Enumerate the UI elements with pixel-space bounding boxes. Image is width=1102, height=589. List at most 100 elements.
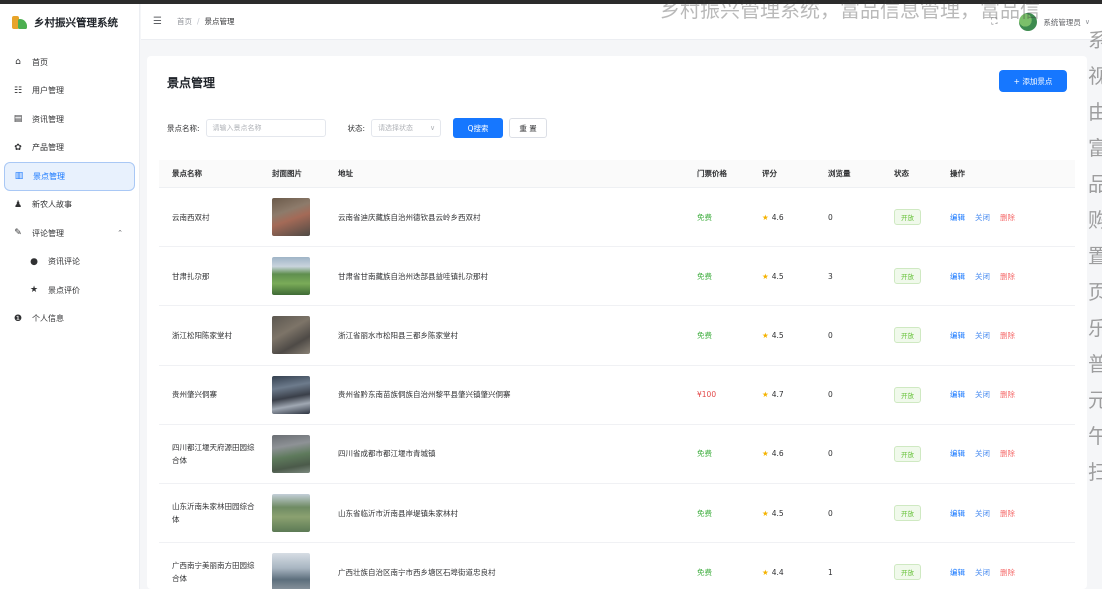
status-cell: 开放: [881, 505, 937, 522]
status-cell: 开放: [881, 386, 937, 403]
product-icon: ✿: [14, 142, 22, 153]
sidebar-item-label: 产品管理: [32, 143, 64, 153]
menu-fold-icon[interactable]: ☰: [153, 16, 167, 27]
sidebar-item-comments[interactable]: ✎ 评论管理 ⌃: [0, 219, 139, 248]
close-button[interactable]: 关闭: [975, 508, 990, 519]
sidebar-item-stories[interactable]: ♟ 新农人故事: [0, 191, 139, 220]
comment-icon: ✎: [14, 228, 22, 239]
sidebar-item-products[interactable]: ✿ 产品管理: [0, 134, 139, 163]
score-value: 4.7: [771, 390, 784, 400]
name-filter-label: 景点名称:: [167, 123, 200, 133]
cover-image[interactable]: [272, 198, 310, 237]
edit-button[interactable]: 编辑: [950, 448, 965, 459]
ticket-price: 免费: [697, 330, 712, 340]
scenic-address: 贵州省黔东南苗族侗族自治州黎平县肇兴镇肇兴侗寨: [338, 390, 511, 400]
sidebar-item-profile[interactable]: ❶ 个人信息: [0, 305, 139, 334]
scenic-address: 广西壮族自治区南宁市西乡塘区石埠街道忠良村: [338, 567, 496, 577]
delete-button[interactable]: 删除: [1000, 330, 1015, 341]
close-button[interactable]: 关闭: [975, 330, 990, 341]
row-actions: 编辑 关闭 删除: [937, 212, 1075, 223]
status-badge: 开放: [894, 268, 921, 285]
score-value: 4.5: [771, 508, 784, 518]
cover-image[interactable]: [272, 494, 310, 533]
sidebar-item-scenic-reviews[interactable]: ★ 景点评价: [0, 276, 139, 305]
sidebar-item-home[interactable]: ⌂ 首页: [0, 48, 139, 77]
cover-image-cell: [259, 257, 325, 296]
page-title: 景点管理: [167, 76, 216, 90]
close-button[interactable]: 关闭: [975, 212, 990, 223]
cover-image-cell: [259, 316, 325, 355]
breadcrumb-home[interactable]: 首页: [177, 16, 192, 27]
sidebar-item-news-comments[interactable]: ● 资讯评论: [0, 248, 139, 277]
search-button[interactable]: Q搜索: [453, 118, 504, 138]
sidebar-menu: ⌂ 首页 ☷ 用户管理 ▤ 资讯管理 ✿ 产品管理 ▥ 景点管理 ♟ 新农人故事…: [0, 40, 139, 333]
cover-image[interactable]: [272, 316, 310, 355]
cover-image[interactable]: [272, 434, 310, 473]
status-badge: 开放: [894, 327, 921, 344]
edit-button[interactable]: 编辑: [950, 330, 965, 341]
cover-image[interactable]: [272, 553, 310, 589]
delete-button[interactable]: 删除: [1000, 212, 1015, 223]
table-header: 景点名称 封面图片 地址 门票价格 评分 浏览量 状态 操作: [159, 160, 1075, 188]
sidebar-item-scenic[interactable]: ▥ 景点管理: [4, 162, 135, 191]
table-body: 云南西双村 云南省迪庆藏族自治州德钦县云岭乡西双村 免费 ★ 4.6 0 开放 编辑 关闭 删除甘…: [159, 188, 1075, 589]
view-count: 0: [828, 390, 833, 400]
info-icon: ❶: [13, 313, 23, 324]
cover-image-cell: [259, 494, 325, 533]
cover-image[interactable]: [272, 257, 310, 296]
column-header: 景点名称: [172, 169, 202, 178]
row-actions: 编辑 关闭 删除: [937, 271, 1075, 282]
news-icon: ▤: [13, 114, 23, 125]
person-icon: ♟: [13, 199, 23, 210]
edit-button[interactable]: 编辑: [950, 508, 965, 519]
delete-button[interactable]: 删除: [1000, 389, 1015, 400]
scenic-name: 浙江松阳陈家堂村: [172, 330, 232, 340]
user-name[interactable]: 系统管理员: [1043, 17, 1081, 28]
sidebar: 乡村振兴管理系统 ⌂ 首页 ☷ 用户管理 ▤ 资讯管理 ✿ 产品管理 ▥ 景点管…: [0, 4, 140, 589]
ticket-price: 免费: [697, 567, 712, 577]
logo-icon: [12, 14, 28, 30]
status-badge: 开放: [894, 209, 921, 226]
scenic-name: 广西南宁美丽南方田园综合体: [172, 561, 255, 584]
status-badge: 开放: [894, 386, 921, 403]
delete-button[interactable]: 删除: [1000, 271, 1015, 282]
close-button[interactable]: 关闭: [975, 567, 990, 578]
score-value: 4.6: [771, 449, 784, 459]
row-actions: 编辑 关闭 删除: [937, 330, 1075, 341]
add-scenic-button[interactable]: + 添加景点: [999, 70, 1067, 92]
delete-button[interactable]: 删除: [1000, 448, 1015, 459]
edit-button[interactable]: 编辑: [950, 389, 965, 400]
name-search-input[interactable]: 请输入景点名称: [205, 119, 326, 137]
delete-button[interactable]: 删除: [1000, 508, 1015, 519]
sidebar-item-users[interactable]: ☷ 用户管理: [0, 77, 139, 106]
score-value: 4.4: [771, 567, 784, 577]
star-icon: ★: [29, 285, 39, 296]
edit-button[interactable]: 编辑: [950, 567, 965, 578]
breadcrumb-current: 景点管理: [204, 17, 235, 26]
view-count: 0: [828, 330, 833, 340]
delete-button[interactable]: 删除: [1000, 567, 1015, 578]
app-title: 乡村振兴管理系统: [34, 16, 118, 29]
close-button[interactable]: 关闭: [975, 271, 990, 282]
table-row: 云南西双村 云南省迪庆藏族自治州德钦县云岭乡西双村 免费 ★ 4.6 0 开放 编辑 关闭 删除: [159, 188, 1075, 248]
close-button[interactable]: 关闭: [975, 389, 990, 400]
table-row: 浙江松阳陈家堂村 浙江省丽水市松阳县三都乡陈家堂村 免费 ★ 4.5 0 开放 编辑 关闭 删除: [159, 306, 1075, 366]
sidebar-item-label: 景点管理: [33, 171, 65, 181]
scenic-name: 贵州肇兴侗寨: [172, 390, 217, 400]
close-button[interactable]: 关闭: [975, 448, 990, 459]
chevron-down-icon: ∨: [429, 124, 436, 132]
scenic-address: 山东省临沂市沂南县岸堤镇朱家林村: [338, 508, 458, 518]
status-badge: 开放: [894, 505, 921, 522]
score-cell: ★ 4.4: [749, 568, 815, 577]
scenic-name: 山东沂南朱家林田园综合体: [172, 502, 255, 525]
scenic-icon: ▥: [14, 171, 24, 182]
reset-button[interactable]: 重 置: [509, 118, 548, 138]
score-cell: ★ 4.5: [749, 331, 815, 340]
cover-image[interactable]: [272, 375, 310, 414]
edit-button[interactable]: 编辑: [950, 212, 965, 223]
star-icon: ★: [762, 449, 769, 459]
edit-button[interactable]: 编辑: [950, 271, 965, 282]
status-filter-label: 状态:: [347, 123, 366, 133]
status-select[interactable]: 请选择状态 ∨: [371, 119, 442, 137]
sidebar-item-news[interactable]: ▤ 资讯管理: [0, 105, 139, 134]
